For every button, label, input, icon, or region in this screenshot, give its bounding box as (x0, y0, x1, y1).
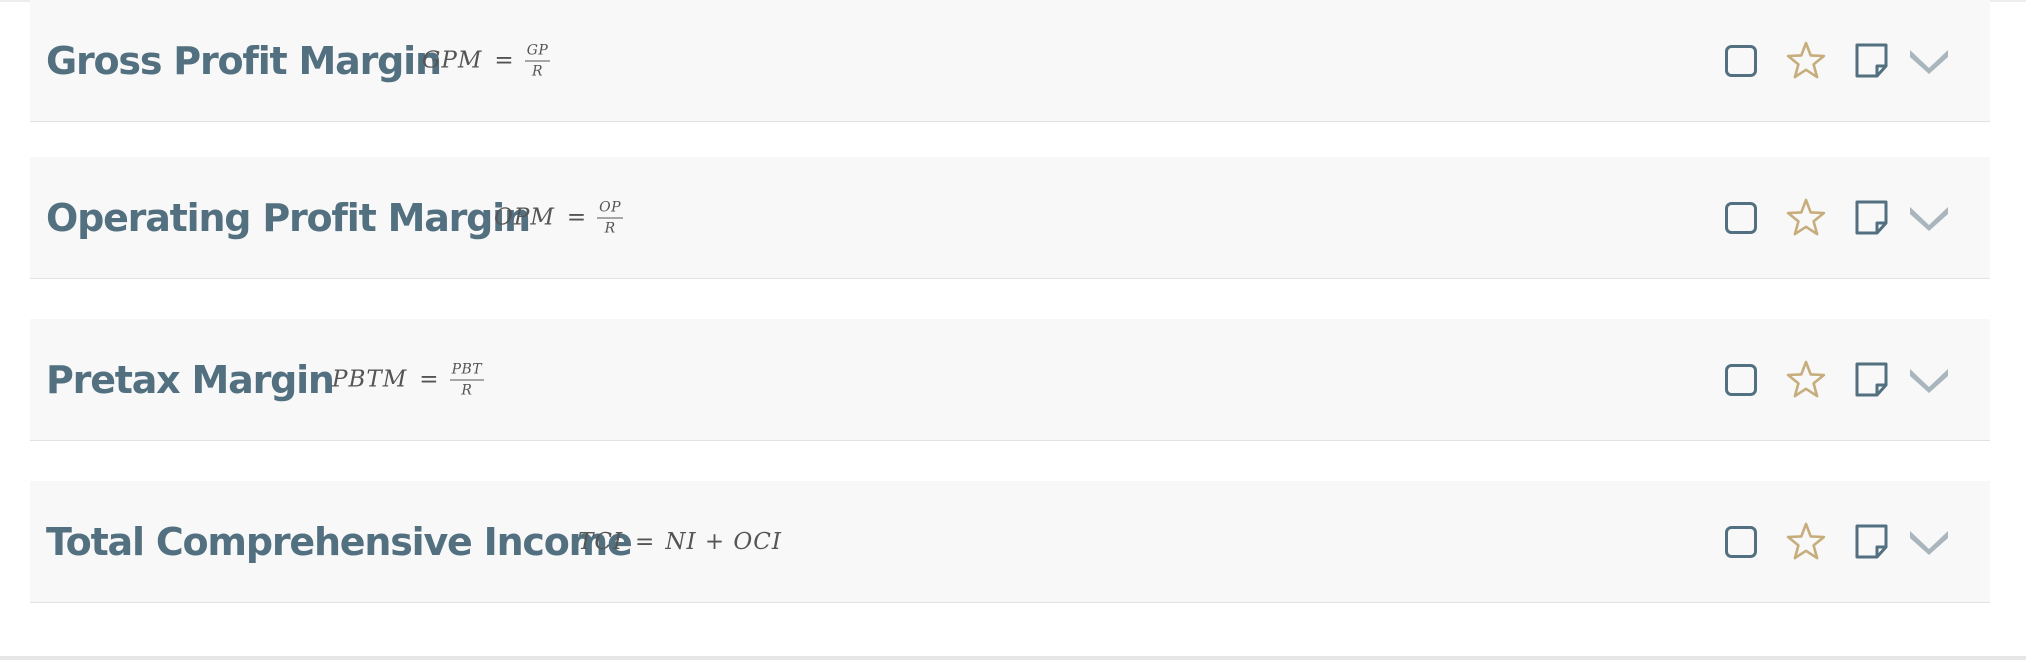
formula: GPM = GP R (422, 43, 551, 79)
formula-card-operating-profit-margin[interactable]: Operating Profit Margin OPM = OP R (30, 157, 1990, 279)
formula-equals: = (635, 528, 656, 555)
fraction-denominator: R (461, 382, 473, 398)
fraction-numerator: PBT (449, 362, 485, 380)
checkbox-icon[interactable] (1724, 44, 1758, 78)
card-title: Gross Profit Margin (46, 38, 442, 83)
fraction-denominator: R (531, 63, 544, 79)
checkbox-icon[interactable] (1724, 363, 1758, 397)
card-title: Operating Profit Margin (46, 195, 531, 240)
chevron-down-icon[interactable] (1907, 46, 1951, 76)
card-title: Total Comprehensive Income (46, 519, 633, 564)
formula: OPM = OP R (494, 200, 624, 236)
formula-lhs: OPM (494, 204, 555, 231)
fraction-numerator: GP (524, 43, 551, 61)
card-title: Pretax Margin (46, 357, 335, 402)
formula-equals: = (566, 204, 588, 231)
note-icon[interactable] (1853, 361, 1891, 399)
formula-fraction: GP R (524, 43, 551, 79)
note-icon[interactable] (1853, 523, 1891, 561)
star-icon[interactable] (1785, 197, 1827, 239)
fraction-numerator: OP (597, 200, 624, 218)
note-icon[interactable] (1853, 199, 1891, 237)
formula-lhs: PBTM (332, 366, 408, 393)
fraction-denominator: R (604, 220, 616, 236)
formula-fraction: OP R (597, 200, 624, 236)
checkbox-icon[interactable] (1724, 525, 1758, 559)
formula-lhs: GPM (422, 47, 483, 74)
chevron-down-icon[interactable] (1907, 365, 1951, 395)
note-icon[interactable] (1853, 42, 1891, 80)
star-icon[interactable] (1785, 359, 1827, 401)
formula: TCI = NI + OCI (578, 529, 782, 555)
formula-lhs: TCI (578, 528, 624, 555)
bottom-divider (0, 656, 2026, 660)
chevron-down-icon[interactable] (1907, 527, 1951, 557)
chevron-down-icon[interactable] (1907, 203, 1951, 233)
formula-equals: = (494, 47, 515, 74)
formula-card-gross-profit-margin[interactable]: Gross Profit Margin GPM = GP R (30, 0, 1990, 122)
star-icon[interactable] (1785, 40, 1827, 82)
formula-rhs: NI + OCI (665, 528, 782, 555)
checkbox-icon[interactable] (1724, 201, 1758, 235)
formula-card-total-comprehensive-income[interactable]: Total Comprehensive Income TCI = NI + OC… (30, 481, 1990, 603)
star-icon[interactable] (1785, 521, 1827, 563)
formula: PBTM = PBT R (332, 362, 485, 398)
formula-fraction: PBT R (449, 362, 485, 398)
formula-card-pretax-margin[interactable]: Pretax Margin PBTM = PBT R (30, 319, 1990, 441)
formula-equals: = (419, 366, 440, 393)
